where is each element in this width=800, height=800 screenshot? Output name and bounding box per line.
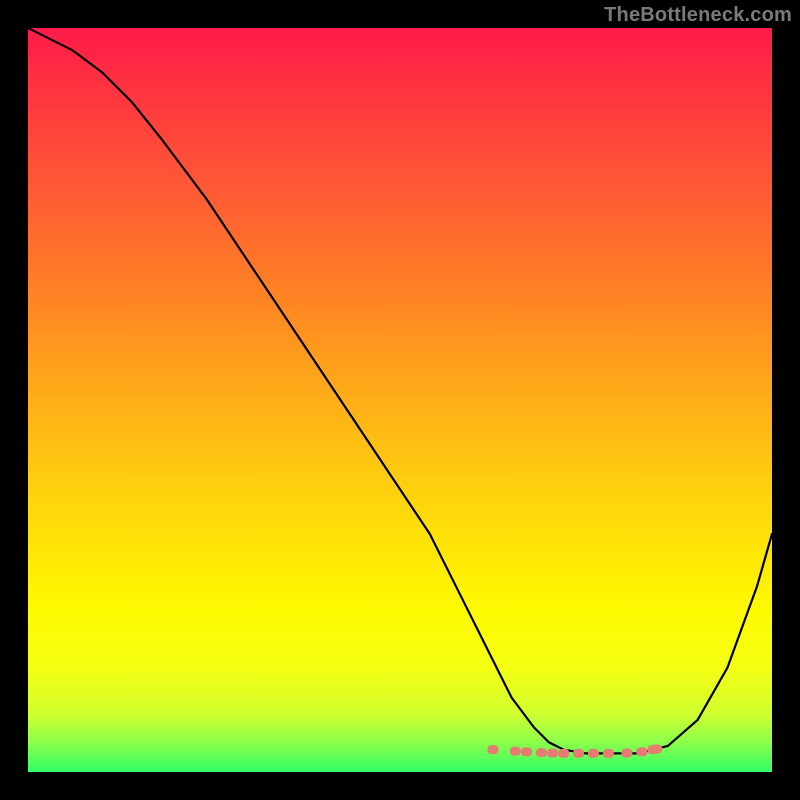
chart-plot-area	[28, 28, 772, 772]
chart-marker	[603, 749, 614, 758]
chart-marker	[536, 748, 547, 757]
chart-marker	[573, 749, 584, 758]
chart-marker	[510, 747, 521, 756]
chart-marker	[547, 749, 558, 758]
chart-marker	[636, 747, 647, 756]
chart-marker	[488, 745, 499, 754]
watermark-text: TheBottleneck.com	[604, 4, 792, 27]
chart-marker	[621, 749, 632, 758]
chart-curve-line	[28, 28, 772, 753]
chart-marker	[558, 749, 569, 758]
chart-svg	[28, 28, 772, 772]
chart-marker	[588, 749, 599, 758]
chart-markers-group	[488, 744, 663, 757]
chart-marker	[651, 744, 662, 753]
chart-marker	[521, 747, 532, 756]
